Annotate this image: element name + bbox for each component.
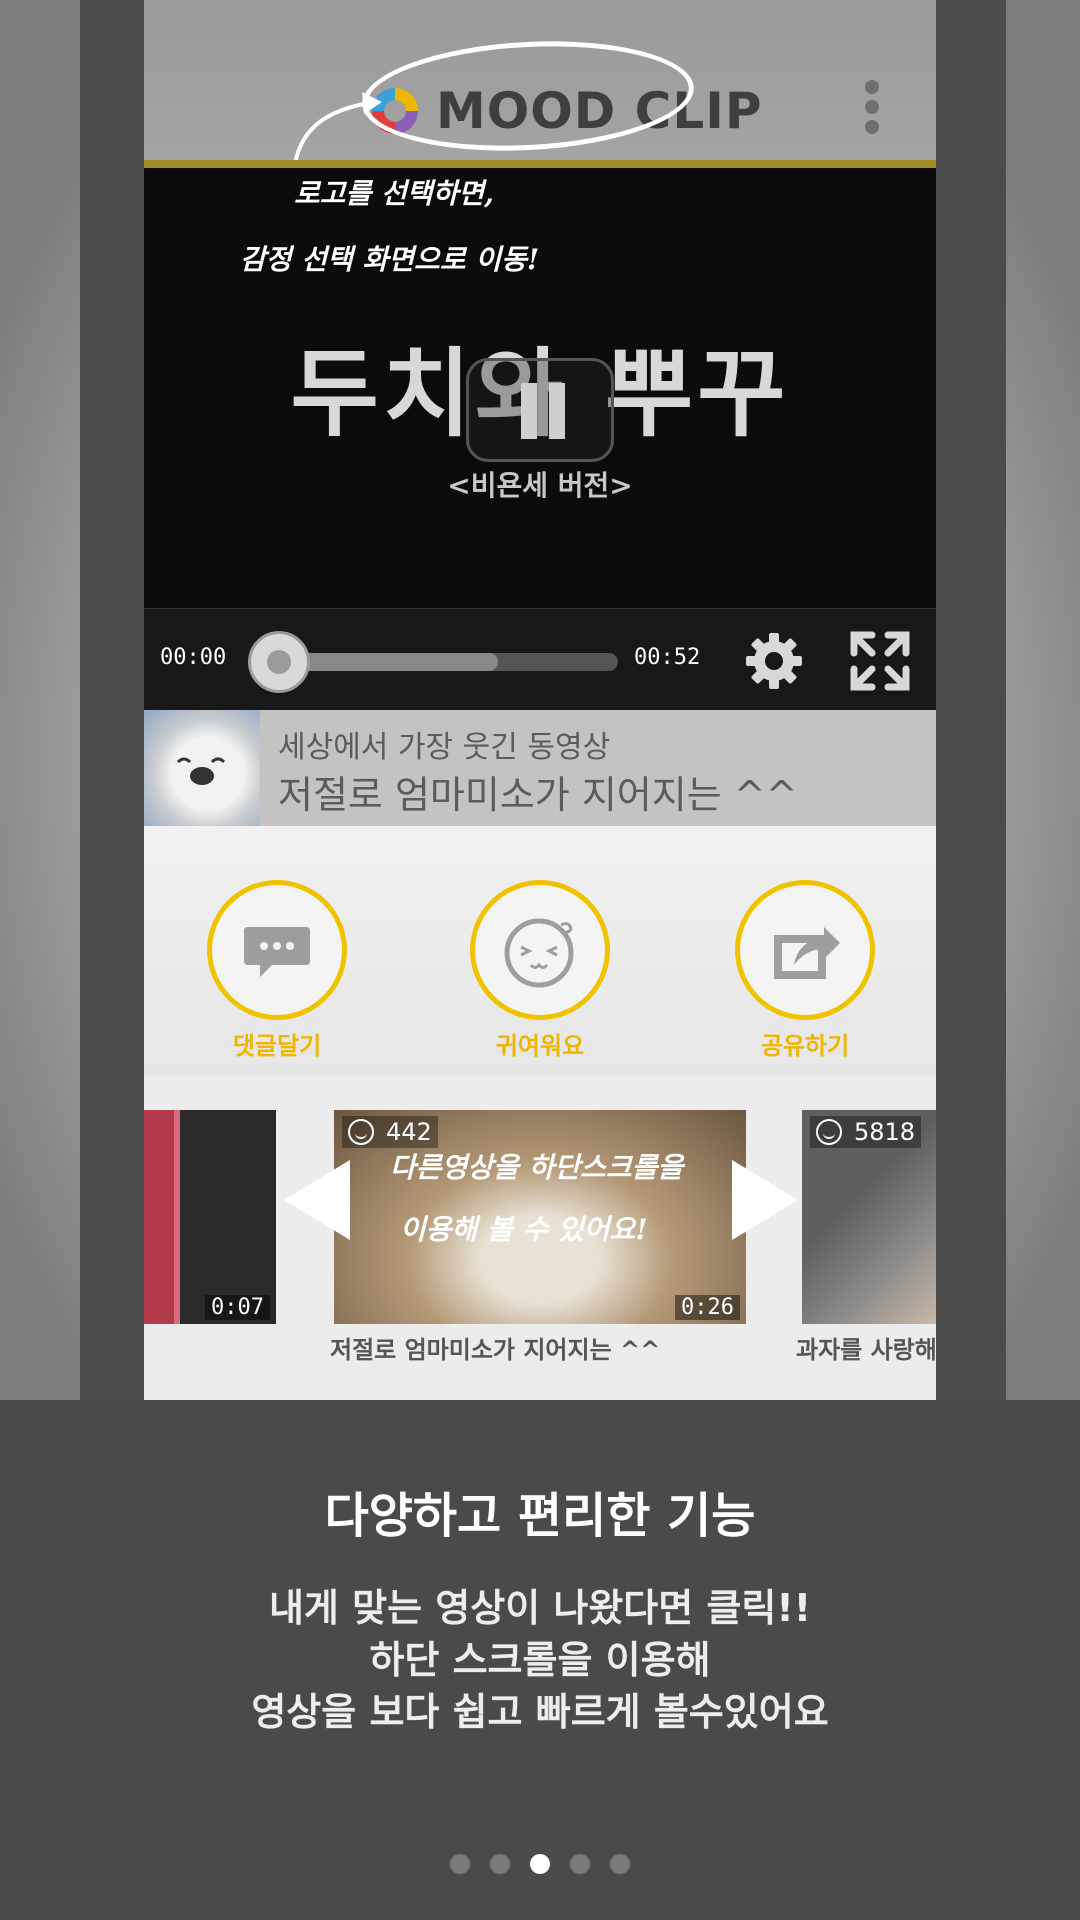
comment-label: 댓글달기 [232, 1032, 322, 1060]
share-label: 공유하기 [760, 1032, 850, 1060]
seek-thumb[interactable] [248, 631, 310, 693]
share-icon [774, 927, 840, 979]
annotation-scroll-line1: 다른영상을 하단스크롤을 [390, 1151, 684, 1184]
video-info-line1: 세상에서 가장 웃긴 동영상 [278, 730, 611, 765]
onboarding-description: 내게 맞는 영상이 나왔다면 클릭!! 하단 스크롤을 이용해 영상을 보다 쉽… [0, 1582, 1080, 1738]
fullscreen-icon[interactable] [846, 627, 914, 695]
gear-icon[interactable] [742, 629, 806, 693]
cute-face-icon [504, 918, 574, 988]
page-dot[interactable] [610, 1854, 630, 1874]
comment-icon [244, 927, 310, 977]
view-count-value: 5818 [854, 1118, 916, 1146]
related-video-caption: 과자를 사랑해 [796, 1336, 936, 1364]
page-dot[interactable] [530, 1854, 550, 1874]
appbar-stripe [144, 160, 936, 168]
seal-face-icon [176, 757, 226, 785]
previous-page-edge [80, 0, 144, 1400]
annotation-logo-line1: 로고를 선택하면, [294, 177, 494, 210]
description-line3: 영상을 보다 쉽고 빠르게 볼수있어요 [251, 1690, 829, 1734]
duration: 00:52 [634, 645, 701, 670]
description-line1: 내게 맞는 영상이 나왔다면 클릭!! [268, 1586, 812, 1630]
page-dot[interactable] [490, 1854, 510, 1874]
channel-thumbnail [144, 710, 260, 826]
overflow-menu-icon[interactable] [862, 80, 882, 140]
current-time: 00:00 [160, 645, 227, 670]
cute-button[interactable]: 귀여워요 [465, 880, 615, 1061]
seek-bar[interactable] [274, 653, 618, 671]
onboarding-heading: 다양하고 편리한 기능 [324, 1488, 756, 1544]
cute-label: 귀여워요 [495, 1032, 585, 1060]
video-info-line2: 저절로 엄마미소가 지어지는 ^^ [278, 773, 798, 817]
video-duration: 0:07 [205, 1295, 270, 1320]
share-button[interactable]: 공유하기 [730, 880, 880, 1061]
scroll-left-arrow-icon[interactable] [284, 1160, 350, 1240]
page-indicator [0, 1854, 1080, 1878]
video-duration: 0:26 [675, 1295, 740, 1320]
page-dot[interactable] [450, 1854, 470, 1874]
scroll-right-arrow-icon[interactable] [732, 1160, 798, 1240]
view-count: 5818 [810, 1116, 922, 1148]
comment-button[interactable]: 댓글달기 [202, 880, 352, 1061]
action-row: 댓글달기 귀여워요 공유하기 [144, 826, 936, 1076]
related-video-caption: 저절로 엄마미소가 지어지는 ^^ [330, 1336, 661, 1364]
description-line2: 하단 스크롤을 이용해 [369, 1638, 711, 1682]
annotation-scroll-line2: 이용해 볼 수 있어요! [400, 1213, 648, 1246]
pause-icon[interactable] [466, 358, 614, 462]
related-video-card[interactable]: 0:07 [144, 1110, 276, 1324]
view-count-value: 442 [386, 1118, 432, 1146]
video-player[interactable]: 로고를 선택하면, 감정 선택 화면으로 이동! 두치와 뿌꾸 <비욘세 버전> [144, 168, 936, 608]
video-info: 세상에서 가장 웃긴 동영상 저절로 엄마미소가 지어지는 ^^ [144, 710, 936, 826]
smile-icon [816, 1119, 842, 1145]
view-count: 442 [342, 1116, 438, 1148]
page-dot[interactable] [570, 1854, 590, 1874]
phone-screenshot: MOOD CLIP 로고를 선택하면, 감정 선택 화면으로 이동! 두치와 뿌… [144, 0, 936, 1400]
next-page-edge [936, 0, 1006, 1400]
video-frame-subtitle: <비욘세 버전> [447, 469, 633, 502]
smile-icon [348, 1119, 374, 1145]
app-bar: MOOD CLIP [144, 0, 936, 171]
player-controls: 00:00 00:52 [144, 608, 936, 711]
annotation-logo-line2: 감정 선택 화면으로 이동! [240, 243, 540, 276]
related-video-card[interactable]: 5818 [802, 1110, 936, 1324]
